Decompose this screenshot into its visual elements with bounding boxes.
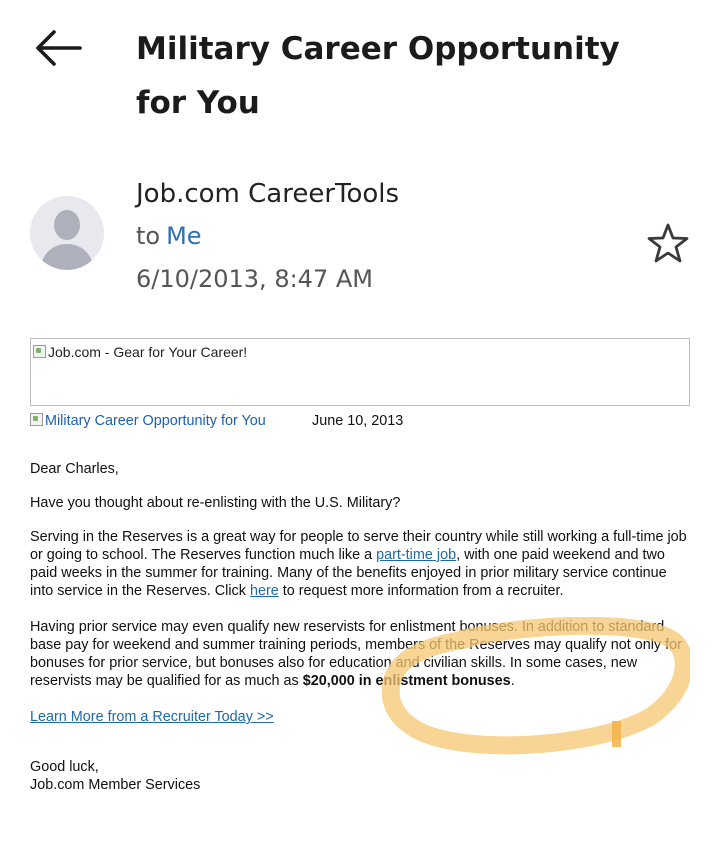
part-time-job-link[interactable]: part-time job: [376, 547, 456, 563]
title-date: June 10, 2013: [312, 413, 404, 429]
learn-more-link[interactable]: Learn More from a Recruiter Today >>: [30, 709, 274, 725]
here-link[interactable]: here: [250, 583, 279, 599]
greeting: Dear Charles,: [30, 461, 119, 477]
email-body: Job.com - Gear for Your Career! Military…: [30, 338, 690, 794]
signoff-line-1: Good luck,: [30, 759, 99, 775]
broken-image-icon: [33, 345, 46, 358]
header-image-alt: Job.com - Gear for Your Career!: [48, 344, 248, 360]
paragraph-bonuses: Having prior service may even qualify ne…: [30, 619, 682, 689]
back-arrow-icon[interactable]: [34, 28, 84, 68]
signoff: Good luck, Job.com Member Services: [30, 758, 690, 794]
default-avatar-icon: [30, 196, 104, 270]
bonus-amount: $20,000 in enlistment bonuses: [302, 673, 511, 689]
title-image-link[interactable]: Military Career Opportunity for You: [30, 412, 266, 430]
sender-info: Job.com CareerTools to Me 6/10/2013, 8:47…: [136, 174, 399, 300]
to-label: to: [136, 222, 161, 250]
recipient-me[interactable]: Me: [166, 222, 201, 250]
intro-question: Have you thought about re-enlisting with…: [30, 495, 401, 511]
email-datetime: 6/10/2013, 8:47 AM: [136, 265, 373, 293]
title-image-alt: Military Career Opportunity for You: [45, 413, 266, 429]
learn-more-paragraph: Learn More from a Recruiter Today >>: [30, 708, 690, 726]
star-outline-icon[interactable]: [646, 221, 690, 265]
title-row: Military Career Opportunity for You June…: [30, 408, 690, 430]
signoff-line-2: Job.com Member Services: [30, 777, 201, 793]
sender-name[interactable]: Job.com CareerTools: [136, 174, 399, 214]
header-image-placeholder: Job.com - Gear for Your Career!: [30, 338, 690, 406]
broken-image-icon: [30, 413, 43, 426]
recipient-line: to Me: [136, 214, 399, 258]
paragraph-reserves: Serving in the Reserves is a great way f…: [30, 529, 687, 599]
email-subject: Military Career Opportunity for You: [136, 31, 620, 121]
